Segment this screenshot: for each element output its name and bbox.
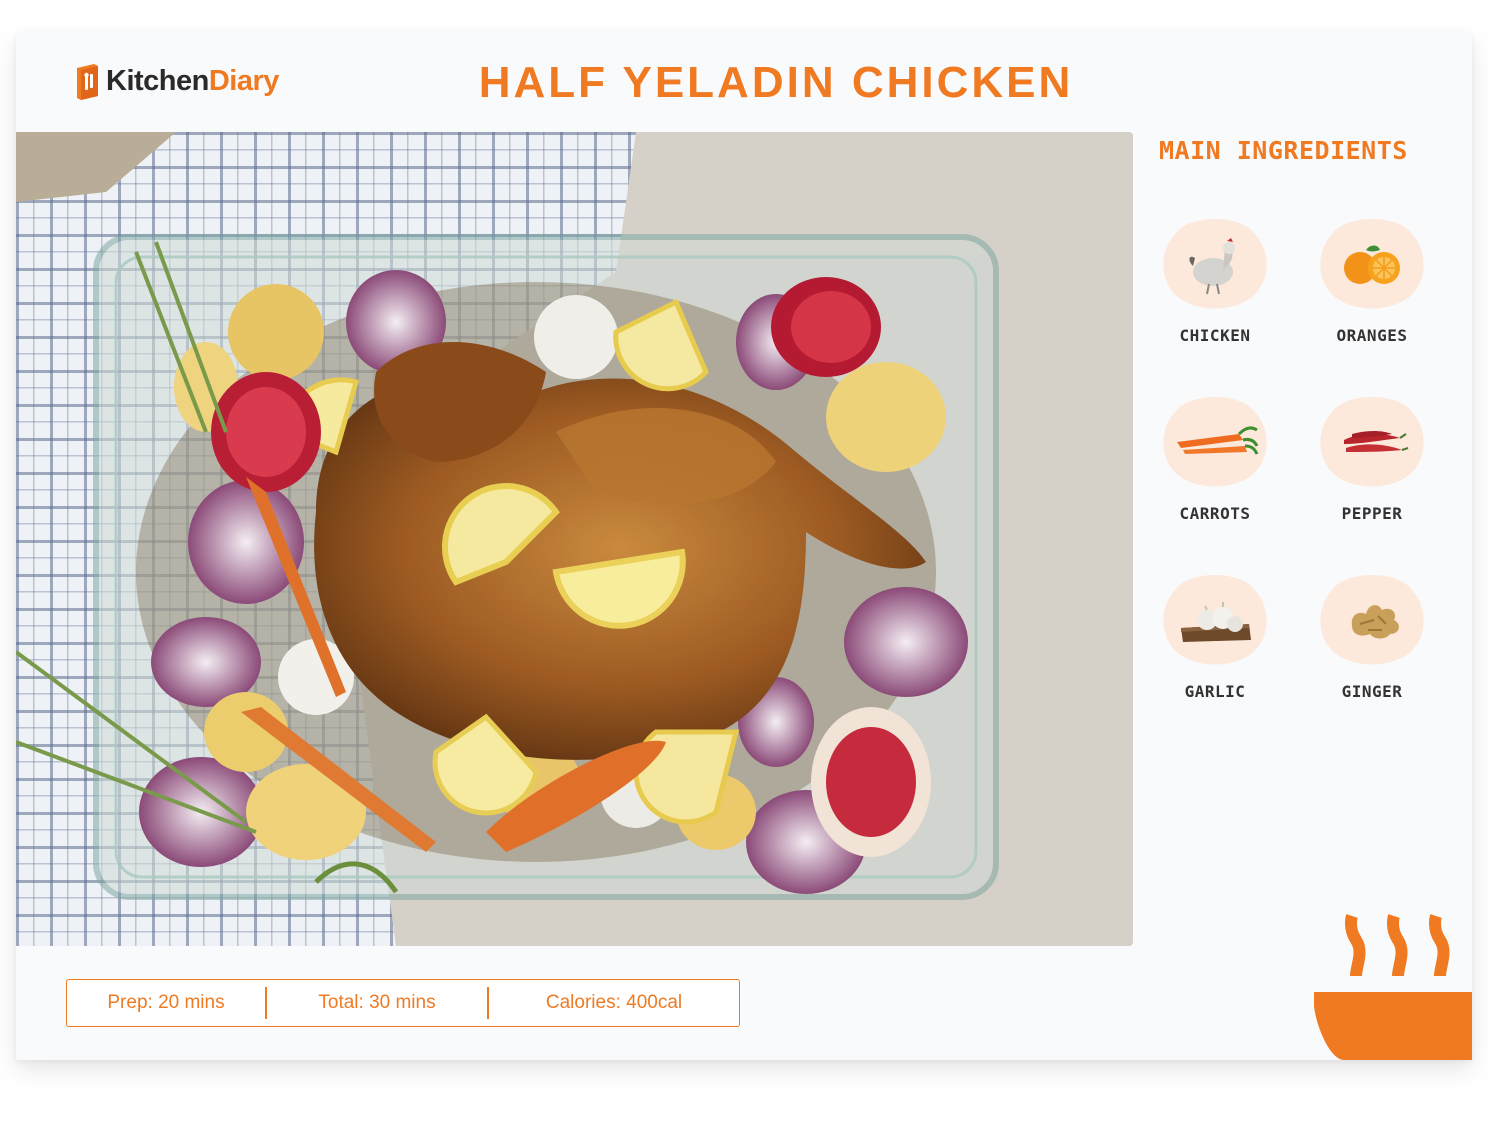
ingredient-label: ORANGES <box>1336 326 1408 345</box>
ingredient-oranges[interactable]: ORANGES <box>1297 214 1447 345</box>
steaming-bowl-icon <box>1314 914 1472 1060</box>
ingredient-label: GARLIC <box>1184 682 1246 701</box>
book-icon <box>77 64 98 100</box>
carrot-icon <box>1163 397 1267 487</box>
recipe-title: HALF YELADIN CHICKEN <box>478 58 1074 107</box>
ingredient-badge <box>1159 214 1271 310</box>
ingredient-badge <box>1316 214 1428 310</box>
brand-logo[interactable]: KitchenDiary <box>74 62 279 100</box>
ingredients-heading: MAIN INGREDIENTS <box>1159 136 1408 165</box>
ingredient-label: GINGER <box>1341 682 1403 701</box>
total-time: Total: 30 mins <box>318 992 436 1013</box>
garlic-icon <box>1163 575 1267 665</box>
ingredient-garlic[interactable]: GARLIC <box>1140 570 1290 701</box>
recipe-stats: Prep: 20 mins Total: 30 mins Calories: 4… <box>66 979 740 1027</box>
prep-time: Prep: 20 mins <box>107 992 225 1013</box>
ingredient-badge <box>1159 392 1271 488</box>
recipe-card: KitchenDiary HALF YELADIN CHICKEN MAIN I… <box>16 32 1472 1060</box>
chicken-icon <box>1163 219 1267 309</box>
ingredient-badge <box>1316 392 1428 488</box>
ingredient-label: CARROTS <box>1179 504 1251 523</box>
recipe-photo <box>16 132 1133 946</box>
brand-name-diary: Diary <box>208 64 280 97</box>
ingredient-label: CHICKEN <box>1179 326 1251 345</box>
ingredient-badge <box>1159 570 1271 666</box>
ingredient-pepper[interactable]: PEPPER <box>1297 392 1447 523</box>
chili-pepper-icon <box>1320 397 1424 487</box>
ingredient-chicken[interactable]: CHICKEN <box>1140 214 1290 345</box>
ingredient-ginger[interactable]: GINGER <box>1297 570 1447 701</box>
ingredient-label: PEPPER <box>1341 504 1403 523</box>
orange-icon <box>1320 219 1424 309</box>
ginger-icon <box>1320 575 1424 665</box>
ingredient-carrots[interactable]: CARROTS <box>1140 392 1290 523</box>
brand-name-kitchen: Kitchen <box>106 64 209 97</box>
calories: Calories: 400cal <box>545 992 683 1013</box>
ingredient-badge <box>1316 570 1428 666</box>
